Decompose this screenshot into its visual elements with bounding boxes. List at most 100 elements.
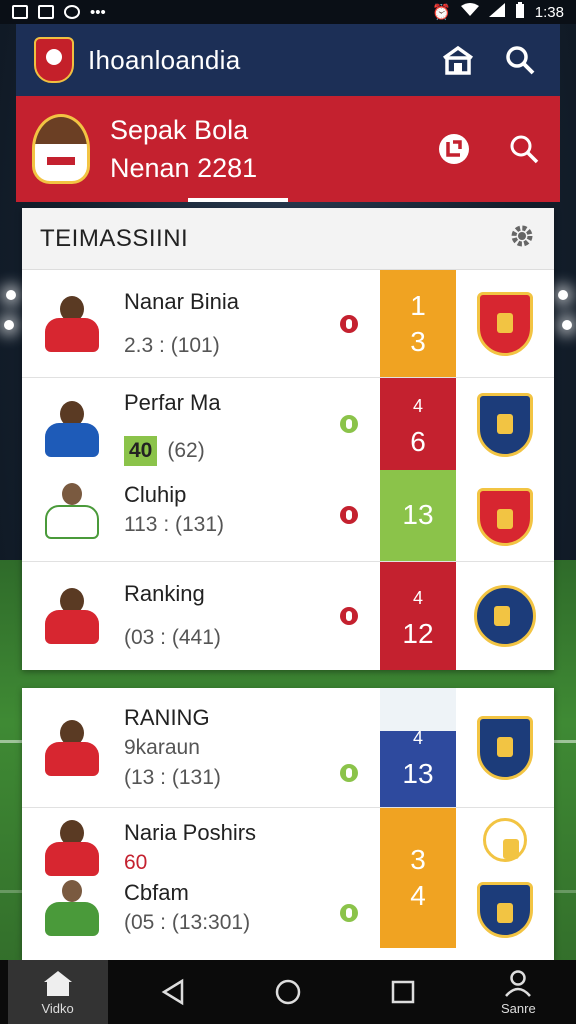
more-notifications-icon: ••• bbox=[90, 3, 106, 21]
home-button[interactable] bbox=[436, 38, 480, 82]
square-recents-icon bbox=[391, 980, 415, 1004]
app-logo-icon bbox=[34, 37, 74, 83]
player-shirt bbox=[45, 610, 99, 644]
player-avatar bbox=[45, 295, 99, 352]
status-bar: ••• ⏰ 1:38 bbox=[0, 0, 576, 24]
table-row[interactable]: RANING 9karaun (13 : (131) 4 13 bbox=[22, 688, 554, 808]
info-icon[interactable] bbox=[340, 314, 358, 333]
standings-header: TEIMASSIINI bbox=[22, 208, 554, 270]
rank-cell: 3 4 bbox=[380, 808, 456, 948]
nav-home-label: Vidko bbox=[41, 1000, 74, 1016]
club-crest-icon bbox=[483, 818, 527, 862]
active-tab-indicator bbox=[188, 198, 288, 202]
download-icon bbox=[64, 5, 80, 19]
player-avatar bbox=[45, 400, 99, 457]
player-name: Perfar Ma bbox=[124, 390, 221, 415]
player-shirt bbox=[45, 741, 99, 776]
player-stat: (62) bbox=[167, 439, 205, 462]
featured-player-avatar bbox=[32, 114, 90, 184]
player-stat: (03 : (441) bbox=[124, 626, 221, 649]
circle-home-icon bbox=[275, 979, 301, 1005]
app-bar: Ihoanloandia bbox=[16, 24, 560, 96]
settings-button[interactable] bbox=[508, 222, 536, 255]
rank-top: 4 bbox=[412, 395, 423, 416]
player-shirt bbox=[45, 504, 99, 539]
points-badge: 40 bbox=[124, 436, 158, 466]
player-shirt bbox=[45, 422, 99, 457]
player-name: RANING bbox=[124, 704, 210, 730]
rank-top: 3 bbox=[410, 844, 426, 875]
standings-card-secondary: RANING 9karaun (13 : (131) 4 13 Naria Po… bbox=[22, 688, 554, 960]
club-crest-icon bbox=[477, 882, 533, 938]
info-icon[interactable] bbox=[340, 904, 358, 922]
info-icon[interactable] bbox=[340, 414, 358, 433]
house-icon bbox=[442, 45, 474, 75]
player-stat: (13 : (131) bbox=[124, 765, 221, 789]
hero-subtitle: Nenan 2281 bbox=[110, 153, 258, 183]
search-button[interactable] bbox=[498, 38, 542, 82]
rank-bottom: 13 bbox=[402, 499, 434, 531]
profile-icon bbox=[505, 969, 532, 997]
player-avatar bbox=[45, 482, 99, 539]
player-stat: (05 : (13:301) bbox=[124, 911, 251, 934]
nav-home-circle[interactable] bbox=[238, 960, 338, 1024]
pin-badge-icon bbox=[439, 134, 469, 164]
player-subtitle: 9karaun bbox=[124, 735, 200, 759]
club-crest-icon bbox=[477, 487, 533, 546]
rank-cell: 13 bbox=[380, 469, 456, 561]
featured-header: Sepak Bola Nenan 2281 bbox=[16, 96, 560, 202]
nav-profile[interactable]: Sanre bbox=[468, 960, 568, 1024]
home-icon bbox=[43, 970, 72, 996]
rank-bottom: 12 bbox=[402, 618, 434, 649]
rank-top: 4 bbox=[412, 588, 423, 608]
standings-title: TEIMASSIINI bbox=[40, 224, 189, 252]
notification-icon bbox=[12, 5, 28, 19]
hero-title: Sepak Bola bbox=[110, 115, 249, 145]
player-shirt bbox=[45, 902, 99, 936]
player-club: Cbfam bbox=[124, 880, 189, 905]
signal-icon bbox=[488, 3, 505, 21]
rank-cell: 4 13 bbox=[380, 688, 456, 807]
wifi-icon bbox=[460, 3, 479, 21]
rank-top: 4 bbox=[412, 727, 423, 748]
club-crest-icon bbox=[474, 585, 536, 647]
info-icon[interactable] bbox=[340, 763, 358, 782]
player-avatar bbox=[45, 588, 99, 644]
table-row[interactable]: Ranking (03 : (441) 4 12 bbox=[22, 562, 554, 670]
player-subtitle: 60 bbox=[124, 851, 148, 874]
rank-bottom: 3 bbox=[410, 325, 426, 357]
photo-icon bbox=[38, 5, 54, 19]
battery-icon bbox=[515, 2, 525, 22]
player-avatar bbox=[45, 820, 99, 876]
rank-bottom: 13 bbox=[402, 757, 434, 789]
nav-back[interactable] bbox=[123, 960, 223, 1024]
info-icon[interactable] bbox=[340, 506, 358, 525]
hero-search-button[interactable] bbox=[504, 129, 544, 169]
table-row[interactable]: Nanar Binia 2.3 : (101) 1 3 bbox=[22, 270, 554, 378]
table-row[interactable]: Naria Poshirs 60 Cbfam (05 : (13:301) 3 … bbox=[22, 808, 554, 948]
player-name: Ranking bbox=[124, 581, 205, 606]
rank-cell: 1 3 bbox=[380, 270, 456, 377]
search-icon bbox=[510, 135, 539, 164]
info-icon[interactable] bbox=[340, 607, 358, 625]
rank-bottom: 6 bbox=[410, 425, 426, 457]
player-shirt bbox=[45, 842, 99, 876]
player-name: Cluhip bbox=[124, 482, 187, 507]
player-name: Nanar Binia bbox=[124, 288, 239, 314]
alarm-icon: ⏰ bbox=[432, 4, 451, 21]
player-name: Naria Poshirs bbox=[124, 820, 257, 845]
club-crest-icon bbox=[477, 715, 533, 780]
rank-cell: 4 6 bbox=[380, 378, 456, 470]
player-stat: 2.3 : (101) bbox=[124, 333, 220, 357]
nav-profile-label: Sanre bbox=[500, 1000, 536, 1016]
nav-home[interactable]: Vidko bbox=[7, 960, 108, 1024]
pin-button[interactable] bbox=[434, 129, 474, 169]
club-crest-icon bbox=[477, 393, 533, 458]
app-title: Ihoanloandia bbox=[88, 44, 241, 75]
navigation-bar: Vidko Sanre bbox=[0, 960, 576, 1024]
club-crest-icon bbox=[477, 291, 533, 356]
rank-bottom: 4 bbox=[410, 880, 426, 911]
app-container: Ihoanloandia Sepak Bola Nenan 2281 TEIMA… bbox=[16, 24, 560, 960]
nav-recents[interactable] bbox=[353, 960, 453, 1024]
table-row[interactable]: Perfar Ma 40 (62) Cluhip 113 : (131) 4 6… bbox=[22, 378, 554, 562]
